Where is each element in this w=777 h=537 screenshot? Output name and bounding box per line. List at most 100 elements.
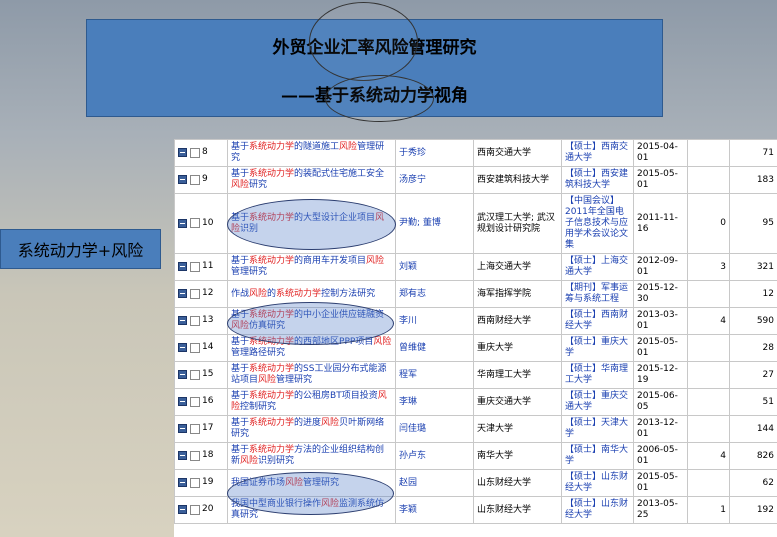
source-link[interactable]: 【硕士】重庆交通大学 (561, 388, 634, 416)
title-text: 的进度 (294, 418, 322, 428)
author-link[interactable]: 曾维健 (395, 334, 474, 362)
author-link[interactable]: 郑有志 (395, 280, 474, 308)
title-text: 基于 (231, 445, 250, 455)
source-link[interactable]: 【硕士】西南交通大学 (561, 139, 634, 167)
document-icon[interactable] (178, 218, 187, 228)
source-link[interactable]: 【硕士】华南理工大学 (561, 361, 634, 389)
row-number: 9 (202, 174, 208, 184)
row-checkbox[interactable] (190, 288, 200, 299)
source-link[interactable]: 【硕士】山东财经大学 (561, 496, 634, 524)
source-link[interactable]: 【硕士】天津大学 (561, 415, 634, 443)
author-link[interactable]: 孙卢东 (395, 442, 474, 470)
row-number: 13 (202, 315, 214, 325)
document-icon[interactable] (178, 316, 187, 325)
title-highlight-oval (309, 2, 418, 81)
cite-count-cell (687, 166, 730, 194)
row-checkbox[interactable] (190, 396, 200, 407)
date-cell: 2006-05-01 (633, 442, 688, 470)
download-count-cell: 95 (729, 193, 777, 254)
row13-highlight-oval (227, 302, 394, 345)
row-checkbox[interactable] (190, 504, 200, 515)
document-icon[interactable] (178, 424, 187, 433)
keyword-highlight: 系统动力学 (249, 142, 295, 152)
result-title-link[interactable]: 基于系统动力学的SS工业园分布式能源站项目风险管理研究 (227, 361, 396, 389)
document-icon[interactable] (178, 370, 187, 379)
title-text: 管理研究 (231, 267, 268, 277)
document-icon[interactable] (178, 505, 187, 514)
date-cell: 2015-05-01 (633, 166, 688, 194)
cite-count-cell (687, 334, 730, 362)
title-text: 的隧道施工 (294, 142, 340, 152)
result-title-link[interactable]: 基于系统动力学的商用车开发项目风险管理研究 (227, 253, 396, 281)
row-number: 20 (202, 504, 214, 514)
date-cell: 2015-12-19 (633, 361, 688, 389)
row-checkbox[interactable] (190, 174, 200, 185)
document-icon[interactable] (178, 289, 187, 298)
result-title-link[interactable]: 基于系统动力学的公租房BT项目投资风险控制研究 (227, 388, 396, 416)
title-text: 基于 (231, 169, 250, 179)
table-row: 9 基于系统动力学的装配式住宅施工安全风险研究 汤彦宁 西安建筑科技大学 【硕士】西安建… (174, 166, 777, 194)
row-select-cell: 12 (174, 280, 228, 308)
keyword-highlight: 风险 (258, 375, 277, 385)
author-link[interactable]: 闫佳璐 (395, 415, 474, 443)
source-link[interactable]: 【中国会议】2011年全国电子信息技术与应用学术会议论文集 (561, 193, 634, 254)
document-icon[interactable] (178, 397, 187, 406)
document-icon[interactable] (178, 343, 187, 352)
row-select-cell: 15 (174, 361, 228, 389)
cite-count-cell: 3 (687, 253, 730, 281)
author-link[interactable]: 尹勤; 董博 (395, 193, 474, 254)
author-link[interactable]: 程军 (395, 361, 474, 389)
result-title-link[interactable]: 基于系统动力学的隧道施工风险管理研究 (227, 139, 396, 167)
author-link[interactable]: 于秀珍 (395, 139, 474, 167)
document-icon[interactable] (178, 262, 187, 271)
organization-cell: 西南交通大学 (473, 139, 562, 167)
author-link[interactable]: 赵园 (395, 469, 474, 497)
download-count-cell: 826 (729, 442, 777, 470)
date-cell: 2015-06-05 (633, 388, 688, 416)
download-count-cell: 183 (729, 166, 777, 194)
result-title-link[interactable]: 基于系统动力学方法的企业组织结构创新风险识别研究 (227, 442, 396, 470)
row-checkbox[interactable] (190, 147, 200, 158)
author-link[interactable]: 李川 (395, 307, 474, 335)
source-link[interactable]: 【期刊】军事运筹与系统工程 (561, 280, 634, 308)
document-icon[interactable] (178, 175, 187, 184)
row-checkbox[interactable] (190, 218, 200, 228)
source-link[interactable]: 【硕士】上海交通大学 (561, 253, 634, 281)
author-link[interactable]: 李琳 (395, 388, 474, 416)
source-link[interactable]: 【硕士】重庆大学 (561, 334, 634, 362)
row-select-cell: 9 (174, 166, 228, 194)
organization-cell: 天津大学 (473, 415, 562, 443)
title-text: 作战 (231, 288, 250, 299)
row-checkbox[interactable] (190, 369, 200, 380)
document-icon[interactable] (178, 451, 187, 460)
source-link[interactable]: 【硕士】山东财经大学 (561, 469, 634, 497)
result-title-link[interactable]: 基于系统动力学的装配式住宅施工安全风险研究 (227, 166, 396, 194)
document-icon[interactable] (178, 148, 187, 157)
result-title-link[interactable]: 基于系统动力学的进度风险贝叶斯网络研究 (227, 415, 396, 443)
download-count-cell: 144 (729, 415, 777, 443)
row-number: 8 (202, 147, 208, 157)
cite-count-cell: 0 (687, 193, 730, 254)
row-checkbox[interactable] (190, 450, 200, 461)
organization-cell: 上海交通大学 (473, 253, 562, 281)
source-link[interactable]: 【硕士】西安建筑科技大学 (561, 166, 634, 194)
row-checkbox[interactable] (190, 477, 200, 488)
organization-cell: 西安建筑科技大学 (473, 166, 562, 194)
document-icon[interactable] (178, 478, 187, 487)
title-text: 基于 (231, 391, 250, 401)
author-link[interactable]: 汤彦宁 (395, 166, 474, 194)
row10-highlight-oval (227, 199, 396, 250)
row-checkbox[interactable] (190, 315, 200, 326)
organization-cell: 山东财经大学 (473, 496, 562, 524)
title-text: 研究 (249, 180, 268, 190)
cite-count-cell: 1 (687, 496, 730, 524)
author-link[interactable]: 刘颖 (395, 253, 474, 281)
date-cell: 2013-12-01 (633, 415, 688, 443)
row-checkbox[interactable] (190, 342, 200, 353)
author-link[interactable]: 李颖 (395, 496, 474, 524)
row-checkbox[interactable] (190, 423, 200, 434)
source-link[interactable]: 【硕士】西南财经大学 (561, 307, 634, 335)
source-link[interactable]: 【硕士】南华大学 (561, 442, 634, 470)
row-checkbox[interactable] (190, 261, 200, 272)
download-count-cell: 590 (729, 307, 777, 335)
